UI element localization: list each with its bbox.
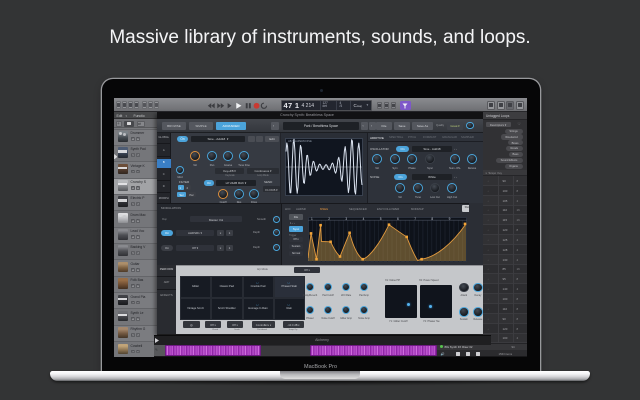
svg-text:6: 6 [397, 217, 399, 221]
svg-text:8: 8 [431, 217, 433, 221]
svg-text:4: 4 [363, 217, 365, 221]
svg-text:3: 3 [345, 217, 347, 221]
svg-text:5: 5 [380, 217, 382, 221]
svg-text:2: 2 [328, 217, 330, 221]
svg-text:9: 9 [449, 217, 451, 221]
svg-text:1: 1 [311, 217, 313, 221]
svg-text:7: 7 [414, 217, 416, 221]
